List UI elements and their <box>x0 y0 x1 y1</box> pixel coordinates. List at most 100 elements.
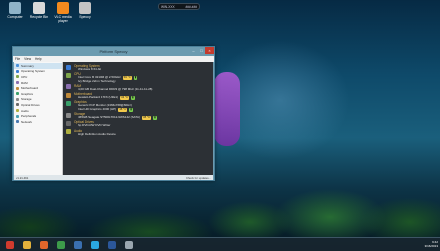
sidebar-item-label: CPU <box>21 74 28 79</box>
temperature-graph-icon[interactable]: ▮ <box>153 116 157 120</box>
top-network-widget[interactable]: WIN-XXX ###.### <box>158 3 200 10</box>
sidebar-item-label: Storage <box>21 97 32 102</box>
section-line: Intel HD Graphics 4000 (HP) 48 °C ▮ <box>74 106 210 112</box>
summary-section: Operating System Windows 8 64-bit <box>66 64 210 72</box>
sidebar-item-icon <box>16 109 19 113</box>
section-line: High Definition Audio Device <box>74 131 210 137</box>
section-icon <box>66 84 71 90</box>
desktop-icon-label: Recycle Bin <box>29 15 49 19</box>
sidebar-item-icon <box>16 114 19 118</box>
version-label: v1.21.491 <box>16 176 29 180</box>
section-line-text: Ivy Bridge 22nm Technology <box>78 78 116 83</box>
taskbar-button[interactable] <box>37 239 50 250</box>
section-icon <box>66 129 71 134</box>
section-icon <box>66 112 71 118</box>
taskbar: 9:42 3/16/2013 <box>0 237 440 251</box>
window-titlebar[interactable]: Piriform Speccy – □ × <box>13 47 214 56</box>
section-line: Ivy Bridge 22nm Technology <box>74 78 210 84</box>
taskbar-button[interactable] <box>88 239 101 250</box>
section-line-text: High Definition Audio Device <box>78 131 116 136</box>
status-bar: v1.21.491 Check for updates... <box>14 175 213 180</box>
check-updates-link[interactable]: Check for updates... <box>186 176 211 180</box>
temperature-badge: 43 °C <box>120 95 130 100</box>
system-tray-clock[interactable]: 9:42 3/16/2013 <box>425 240 438 248</box>
desktop-icon[interactable]: Speccy <box>74 2 96 19</box>
speccy-icon <box>79 2 91 14</box>
section-line-text: 465GB Seagate ST500LT012-9WS142 (SATA) <box>78 115 141 120</box>
start-icon <box>5 240 14 249</box>
taskbar-button[interactable] <box>122 239 135 250</box>
desktop-icon[interactable]: Recycle Bin <box>28 2 50 19</box>
desktop-icon-label: Computer <box>7 15 23 19</box>
sidebar-item-icon <box>16 120 19 124</box>
close-icon: × <box>208 48 211 53</box>
summary-section: Motherboard Hewlett-Packard 17F6 (U3E1) 43… <box>66 92 210 100</box>
desktop-icon-label: Speccy <box>79 15 91 19</box>
section-line-text: Windows 8 64-bit <box>78 67 102 71</box>
minimize-button[interactable]: – <box>190 47 197 54</box>
sidebar-item-icon <box>16 86 19 90</box>
section-icon <box>66 72 71 78</box>
sidebar-item-label: Optical Drives <box>21 102 40 107</box>
sidebar: Summary Operating System CPU RAM Motherboard… <box>14 62 63 175</box>
sidebar-item-label: Motherboard <box>21 86 39 91</box>
section-icon <box>66 120 71 126</box>
word-icon <box>107 240 116 249</box>
firefox-icon <box>39 240 48 249</box>
desktop-icon[interactable]: Computer <box>4 2 26 19</box>
temperature-badge: 49 °C <box>122 75 132 80</box>
file-explorer-icon <box>22 240 31 249</box>
sidebar-item-icon <box>16 64 19 68</box>
temperature-graph-icon[interactable]: ▮ <box>133 76 138 80</box>
summary-section: CPU Intel Core i5 3210M @ 2.50GHz 49 °C ▮ Iv… <box>66 72 210 83</box>
computer-icon <box>9 2 21 14</box>
taskbar-button[interactable] <box>3 239 16 250</box>
summary-panel: Operating System Windows 8 64-bit CPU Intel… <box>63 62 213 175</box>
section-line: Hewlett-Packard 17F6 (U3E1) 43 °C ▮ <box>74 95 210 100</box>
temperature-badge: 38 °C <box>142 115 152 120</box>
sidebar-item[interactable]: Network <box>14 119 62 125</box>
summary-section: RAM 4,00 GB Dual-Channel DDR3 @ 798 MHz (… <box>66 84 210 92</box>
menu-item[interactable]: Help <box>35 57 42 61</box>
summary-section: Audio High Definition Audio Device <box>66 129 210 137</box>
section-line: 4,00 GB Dual-Channel DDR3 @ 798 MHz (11-… <box>74 87 210 92</box>
section-icon <box>66 64 71 70</box>
section-line-text: Hewlett-Packard 17F6 (U3E1) <box>78 95 119 100</box>
desktop-icon[interactable]: VLC media player <box>52 2 74 23</box>
window-content: Summary Operating System CPU RAM Motherboard… <box>14 62 213 175</box>
sidebar-item-icon <box>16 92 19 96</box>
taskbar-button[interactable] <box>105 239 118 250</box>
section-icon <box>66 92 71 98</box>
close-button[interactable]: × <box>205 47 214 54</box>
section-icon <box>66 100 71 106</box>
menu-item[interactable]: File <box>15 57 20 61</box>
temperature-badge: 48 °C <box>118 106 128 112</box>
section-line-text: hp DVD-RW DVD Writer <box>78 123 111 128</box>
desktop-icon-label: VLC media player <box>54 15 72 23</box>
sidebar-item-label: Peripherals <box>21 114 37 119</box>
taskbar-button[interactable] <box>71 239 84 250</box>
taskbar-button[interactable] <box>54 239 67 250</box>
summary-section: Optical Drives hp DVD-RW DVD Writer <box>66 120 210 128</box>
top-widget-right-text: ###.### <box>185 5 197 9</box>
sidebar-item-label: RAM <box>21 80 28 85</box>
skype-icon <box>90 240 99 249</box>
sidebar-item-icon <box>16 75 19 79</box>
sidebar-item-label: Operating System <box>21 69 46 74</box>
minimize-icon: – <box>192 48 195 53</box>
sidebar-item-icon <box>16 69 19 73</box>
temperature-graph-icon[interactable]: ▮ <box>131 96 135 100</box>
maximize-button[interactable]: □ <box>198 47 205 54</box>
temperature-graph-icon[interactable]: ▮ <box>129 107 133 112</box>
clock-date: 3/16/2013 <box>424 244 438 248</box>
taskbar-button[interactable] <box>20 239 33 250</box>
sidebar-item-label: Graphics <box>21 91 34 96</box>
menu-item[interactable]: View <box>24 57 31 61</box>
summary-section: Storage 465GB Seagate ST500LT012-9WS142 (… <box>66 112 210 120</box>
sidebar-item-label: Summary <box>21 63 34 68</box>
media-player-icon <box>73 240 82 249</box>
section-line-text: Intel HD Graphics 4000 (HP) <box>78 106 117 111</box>
sidebar-item-icon <box>16 97 19 101</box>
sidebar-item-icon <box>16 103 19 107</box>
recycle-bin-icon <box>33 2 45 14</box>
